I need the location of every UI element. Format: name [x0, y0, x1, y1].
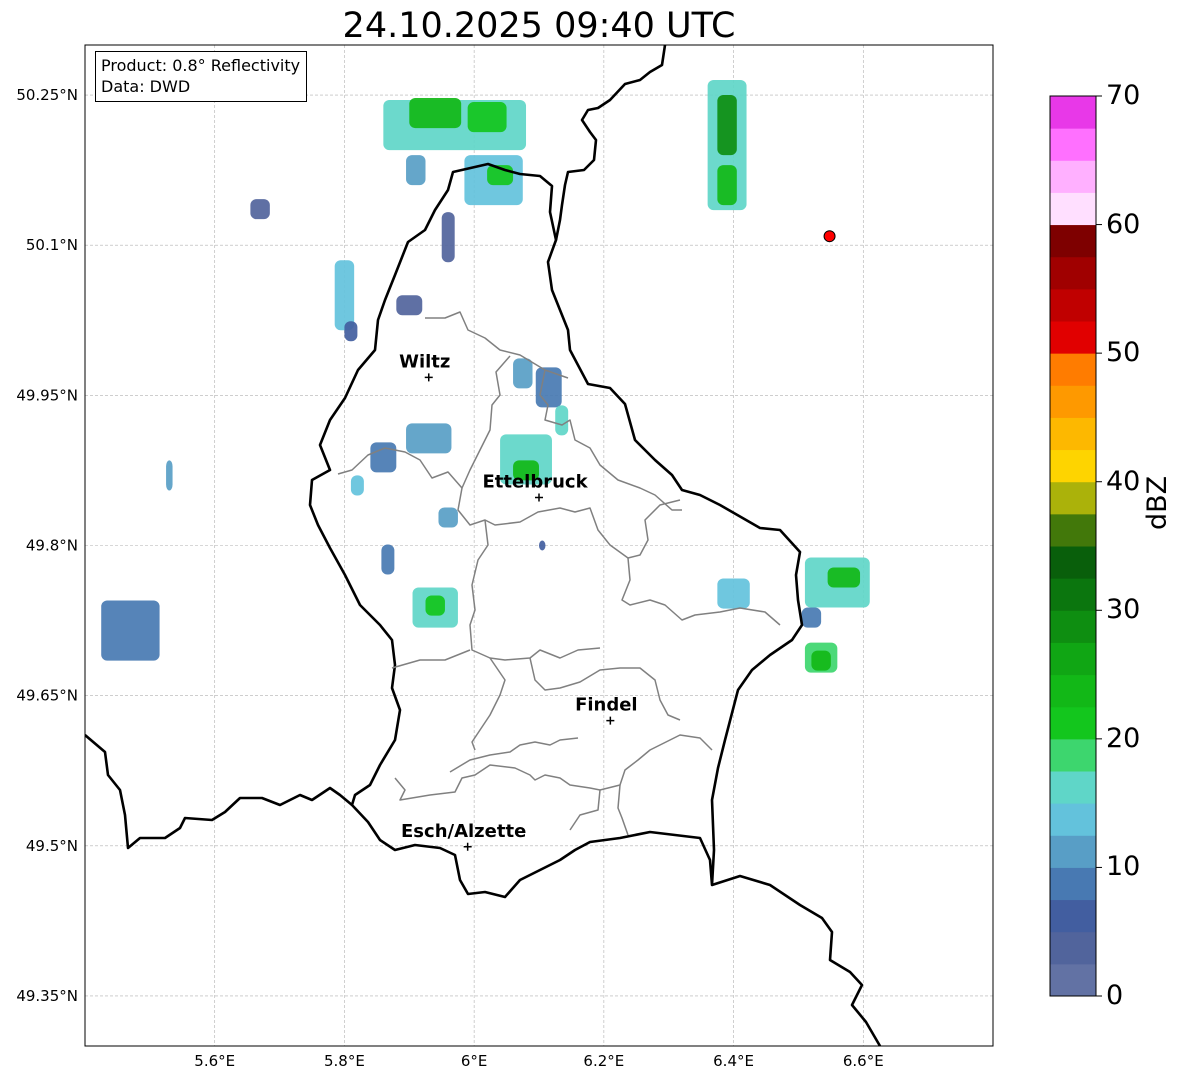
product-info-box: Product: 0.8° Reflectivity Data: DWD [95, 51, 308, 102]
lon-tick-label: 5.8°E [324, 1052, 365, 1070]
colorbar-label: dBZ [1142, 475, 1173, 530]
city-label: Wiltz [399, 351, 450, 372]
colorbar-swatch [1050, 610, 1096, 643]
colorbar-swatch [1050, 771, 1096, 804]
colorbar-swatch [1050, 449, 1096, 483]
echo-cell [344, 321, 358, 342]
echo-cell [811, 650, 831, 671]
echo-cell [250, 199, 270, 220]
echo-cell [101, 600, 160, 661]
echo-cell [166, 460, 173, 491]
colorbar-tick-label: 60 [1106, 208, 1141, 240]
echo-cell [717, 578, 750, 609]
city-label: Findel [575, 695, 638, 716]
lat-tick-label: 49.5°N [26, 837, 78, 855]
colorbar-tick-label: 20 [1106, 722, 1141, 754]
colorbar-swatch [1050, 128, 1096, 161]
city-marker [535, 493, 543, 502]
colorbar-swatch [1050, 963, 1096, 997]
germany-belgium-border [554, 45, 667, 241]
colorbar-swatch [1050, 513, 1096, 547]
germany-france-border [711, 874, 882, 1046]
city-marker [424, 373, 433, 382]
colorbar-swatch [1050, 353, 1096, 386]
colorbar-swatch [1050, 706, 1096, 740]
lat-tick-label: 50.1°N [26, 236, 78, 254]
lon-tick-label: 6.6°E [843, 1052, 884, 1070]
lat-tick-label: 49.8°N [26, 537, 78, 555]
colorbar-swatch [1050, 642, 1096, 676]
echo-cell [441, 212, 455, 263]
colorbar-swatch [1050, 160, 1096, 193]
colorbar-swatch [1050, 931, 1096, 965]
colorbar-swatch [1050, 867, 1096, 901]
radar-echoes [101, 80, 870, 673]
city-marker [463, 842, 472, 851]
colorbar-tick-label: 30 [1106, 594, 1141, 626]
radar-map: Wiltz Ettelbruck Findel Esch/Alzette 5.6°E 5… [16, 44, 1102, 1070]
echo-cell [406, 155, 426, 186]
colorbar-tick-label: 10 [1106, 851, 1141, 883]
product-label: Product: 0.8° Reflectivity [101, 56, 301, 75]
echo-cell [438, 507, 458, 528]
colorbar-swatch [1050, 417, 1096, 451]
radar-site [823, 230, 836, 243]
echo-cell [334, 260, 355, 331]
echo-cell [370, 442, 397, 473]
colorbar-swatch [1050, 224, 1096, 258]
colorbar-swatch [1050, 256, 1096, 290]
colorbar-swatch [1050, 288, 1096, 322]
colorbar-swatch [1050, 96, 1096, 129]
echo-cell [717, 165, 737, 206]
colorbar-swatch [1050, 385, 1096, 418]
colorbar-swatch [1050, 835, 1096, 868]
city-label: Esch/Alzette [401, 821, 526, 842]
colorbar-swatch [1050, 578, 1096, 611]
echo-cell [535, 367, 562, 408]
echo-cell [409, 98, 462, 129]
echo-cell [381, 544, 395, 575]
echo-cell [827, 567, 861, 588]
echo-cell [513, 358, 533, 389]
lon-tick-label: 6.4°E [713, 1052, 754, 1070]
city-marker [606, 716, 615, 725]
lat-tick-label: 49.35°N [16, 987, 78, 1005]
luxembourg-border [308, 162, 804, 899]
echo-cell [717, 95, 737, 156]
echo-cell [406, 423, 452, 454]
lat-tick-label: 50.25°N [16, 86, 78, 104]
colorbar-swatch [1050, 481, 1096, 515]
colorbar-tick-label: 50 [1106, 337, 1141, 369]
lon-tick-label: 6°E [461, 1052, 488, 1070]
colorbar-tick-label: 40 [1106, 465, 1141, 497]
city-label: Ettelbruck [482, 471, 588, 492]
colorbar-swatch [1050, 803, 1096, 836]
lat-tick-label: 49.95°N [16, 386, 78, 404]
echo-cell [467, 102, 507, 133]
lat-tick-label: 49.65°N [16, 687, 78, 705]
colorbar-swatch [1050, 546, 1096, 579]
colorbar-tick-label: 0 [1106, 980, 1124, 1011]
echo-cell [539, 540, 546, 551]
lon-tick-label: 5.6°E [194, 1052, 235, 1070]
echo-cell [425, 595, 445, 616]
colorbar [1050, 95, 1102, 997]
echo-cell [396, 295, 423, 316]
colorbar-swatch [1050, 321, 1096, 354]
radar-site-marker [823, 230, 836, 243]
colorbar-swatch [1050, 738, 1096, 772]
lon-tick-label: 6.2°E [583, 1052, 624, 1070]
data-source-label: Data: DWD [101, 77, 191, 96]
france-belgium-border [85, 734, 353, 850]
colorbar-swatch [1050, 899, 1096, 933]
echo-cell [801, 607, 822, 628]
echo-cell [350, 475, 364, 496]
colorbar-tick-label: 70 [1106, 80, 1141, 111]
colorbar-swatch [1050, 192, 1096, 226]
echo-cell [555, 405, 569, 436]
colorbar-swatch [1050, 674, 1096, 708]
